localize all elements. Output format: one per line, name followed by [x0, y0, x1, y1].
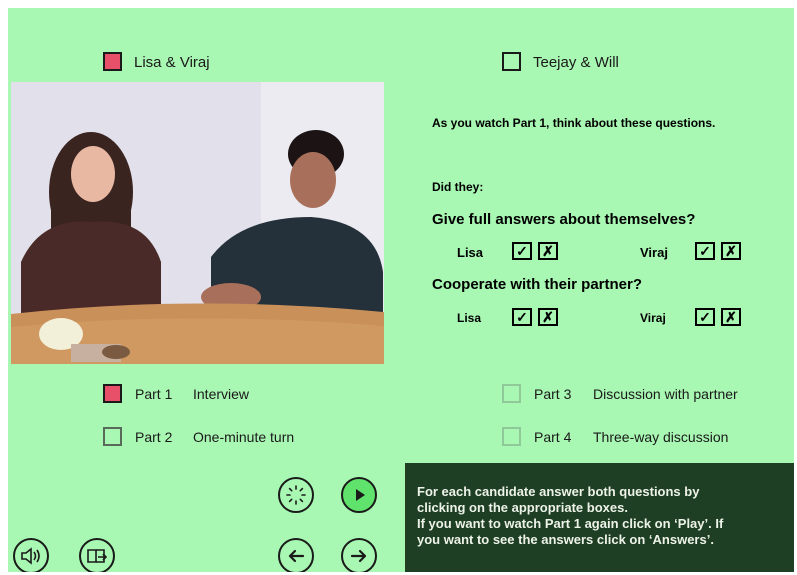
instructions-panel: For each candidate answer both questions… [405, 463, 794, 572]
pair-checkbox-teejay-will[interactable] [502, 52, 521, 71]
question-1-viraj-label: Viraj [640, 245, 668, 260]
part-1-number: Part 1 [135, 386, 173, 402]
pair-label-teejay-will: Teejay & Will [533, 54, 619, 71]
forward-button[interactable] [341, 538, 377, 572]
volume-icon [21, 547, 40, 565]
part-1-checkbox[interactable] [103, 384, 122, 403]
question-1-lisa-label: Lisa [457, 245, 484, 260]
back-button[interactable] [278, 538, 314, 572]
part-4-name: Three-way discussion [593, 429, 729, 445]
part-4-number: Part 4 [534, 429, 572, 445]
question-2-lisa-cross[interactable]: ✗ [538, 308, 558, 326]
video-still-image [11, 82, 384, 364]
help-icon [87, 549, 108, 563]
instructions-line-2: clicking on the appropriate boxes. [417, 500, 628, 515]
instructions-line-1: For each candidate answer both questions… [417, 484, 700, 499]
part-3-name: Discussion with partner [593, 386, 738, 402]
part-1-name: Interview [193, 386, 250, 402]
part-3-checkbox[interactable] [502, 384, 521, 403]
pair-label-lisa-viraj: Lisa & Viraj [134, 54, 210, 71]
answers-button[interactable] [278, 477, 314, 513]
part-2-checkbox[interactable] [103, 427, 122, 446]
question-2-viraj-label: Viraj [640, 311, 666, 325]
question-2-viraj-tick[interactable]: ✓ [695, 308, 715, 326]
pair-checkbox-lisa-viraj[interactable] [103, 52, 122, 71]
question-2-viraj-cross[interactable]: ✗ [721, 308, 741, 326]
question-1-lisa-tick[interactable]: ✓ [512, 242, 532, 260]
video-frame [11, 82, 384, 364]
volume-button[interactable] [13, 538, 49, 572]
help-button[interactable] [79, 538, 115, 572]
did-they-label: Did they: [432, 180, 484, 194]
question-1-viraj-tick[interactable]: ✓ [695, 242, 715, 260]
instructions-line-3: If you want to watch Part 1 again click … [417, 516, 724, 531]
instruction-text: As you watch Part 1, think about these q… [432, 116, 716, 130]
question-2-text: Cooperate with their partner? [432, 276, 643, 293]
part-4-checkbox[interactable] [502, 427, 521, 446]
question-1-lisa-cross[interactable]: ✗ [538, 242, 558, 260]
question-1-text: Give full answers about themselves? [432, 211, 696, 228]
question-2-lisa-tick[interactable]: ✓ [512, 308, 532, 326]
instructions-line-4: you want to see the answers click on ‘An… [417, 532, 714, 547]
question-2-lisa-label: Lisa [457, 311, 482, 325]
part-2-name: One-minute turn [193, 429, 295, 445]
play-button[interactable] [341, 477, 377, 513]
question-1-viraj-cross[interactable]: ✗ [721, 242, 741, 260]
play-icon [356, 489, 365, 501]
part-2-number: Part 2 [135, 429, 173, 445]
answers-icon [286, 485, 306, 505]
app-panel: Lisa & Viraj Teejay & Will As you watch … [8, 8, 794, 572]
back-arrow-icon [288, 549, 305, 563]
forward-arrow-icon [350, 549, 367, 563]
part-3-number: Part 3 [534, 386, 572, 402]
